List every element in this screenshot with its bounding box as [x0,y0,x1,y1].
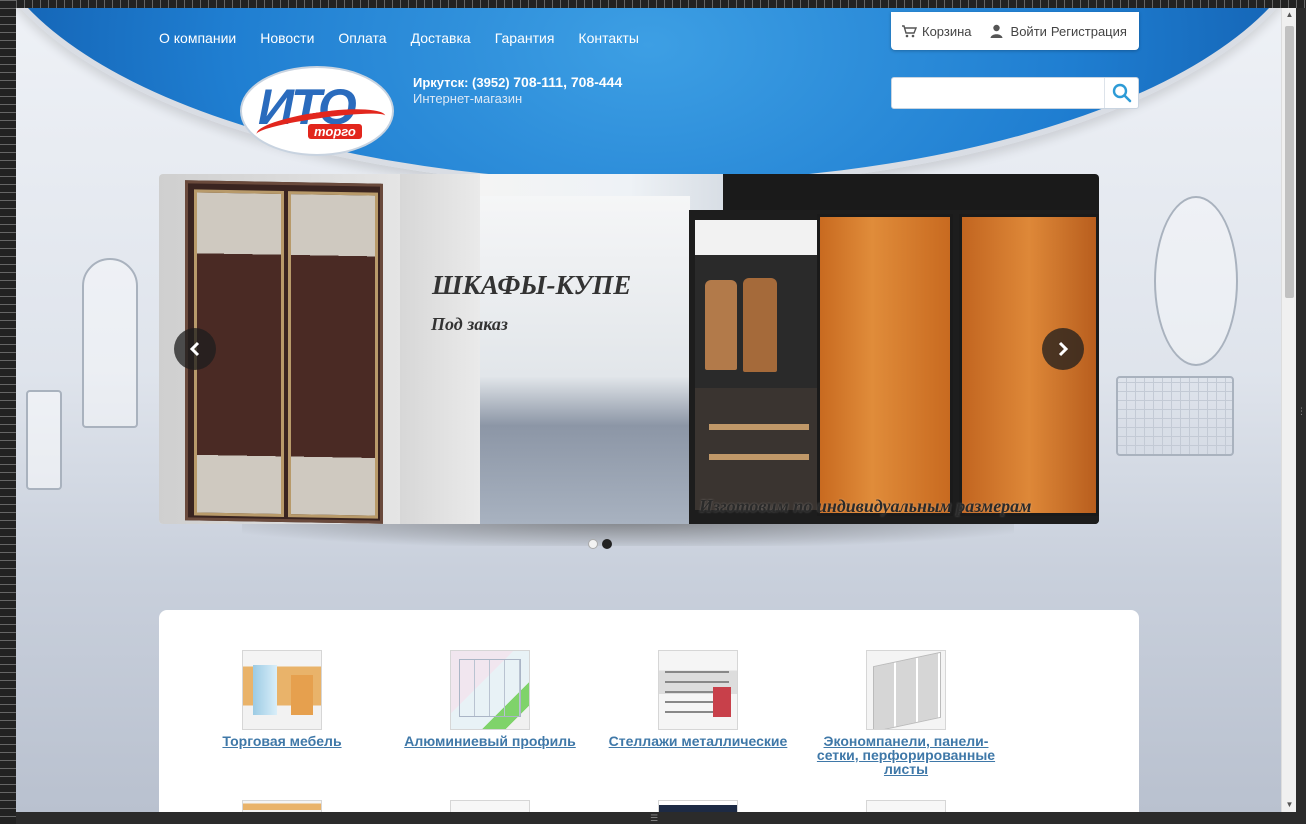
user-bar: Корзина Войти Регистрация [891,12,1139,50]
catalog-item-partial[interactable] [182,800,382,812]
window-edge: ⋮ [1296,8,1306,812]
catalog-item-image[interactable] [450,650,530,730]
catalog-item-image[interactable] [658,800,738,812]
closet-door-panel-2 [959,214,1099,516]
slider-dot-2[interactable] [602,539,612,549]
resize-grip-icon[interactable]: ☰ [650,814,658,823]
nav-item-warranty[interactable]: Гарантия [495,30,555,46]
catalog-item[interactable]: Алюминиевый профиль [390,650,590,748]
search-icon [1112,83,1131,103]
nav-item-payment[interactable]: Оплата [338,30,386,46]
shoe-rack [709,400,809,484]
bin-illustration [26,390,62,490]
left-ruler [0,0,16,824]
slide-wall [400,174,480,524]
cart-icon [902,25,917,38]
window-bottom-bar: ☰ [16,812,1306,824]
closet-door-panel-1 [817,214,953,516]
catalog-item-label[interactable]: Торговая мебель [182,734,382,748]
slide-title: ШКАФЫ-КУПЕ [432,270,632,300]
catalog-item-label[interactable]: Экономпанели, панели-сетки, перфорирован… [811,734,1001,776]
user-icon [990,24,1003,38]
nav-item-news[interactable]: Новости [260,30,314,46]
scroll-down-icon[interactable]: ▼ [1282,798,1297,812]
phone-numbers: 708-111, 708-444 [513,74,623,90]
page-viewport: О компании Новости Оплата Доставка Гаран… [16,8,1281,812]
closet-photo [689,210,1099,524]
search-input[interactable] [894,80,1102,106]
catalog-item-image[interactable] [866,650,946,730]
register-link[interactable]: Регистрация [1051,24,1127,39]
catalog-item-image[interactable] [242,800,322,812]
contact-block: Иркутск: (3952) 708-111, 708-444 Интерне… [413,74,622,106]
vertical-scrollbar[interactable]: ▲ ▼ [1281,8,1296,812]
search-box [891,77,1139,109]
catalog-item-partial[interactable] [806,800,1006,812]
banner-slider: ШКАФЫ-КУПЕ Под заказ Изготовим по индиви… [159,174,1099,524]
logo-sub-text: торго [308,124,362,139]
nav-item-about[interactable]: О компании [159,30,236,46]
chevron-right-icon [1058,341,1069,357]
floor-mirror-illustration [82,258,138,428]
nav-item-contacts[interactable]: Контакты [578,30,638,46]
scroll-up-icon[interactable]: ▲ [1282,8,1297,22]
slider-dots [588,539,612,549]
slide-subtitle: Под заказ [431,314,508,334]
slider-next-button[interactable] [1042,328,1084,370]
slide-caption: Изготовим по индивидуальным размерам [699,496,1032,516]
catalog-item-image[interactable] [450,800,530,812]
contact-subtitle: Интернет-магазин [413,91,523,106]
shopping-cart-illustration [1116,376,1234,456]
resize-grip-icon[interactable]: ⋮ [1297,406,1306,417]
nav-item-delivery[interactable]: Доставка [411,30,471,46]
catalog-item-image[interactable] [242,650,322,730]
cart-link[interactable]: Корзина [901,24,972,39]
slider-dot-1[interactable] [588,539,598,549]
catalog-panel: Торговая мебель Алюминиевый профиль Стел… [159,610,1139,812]
phone-prefix: Иркутск: (3952) [413,75,514,90]
search-button[interactable] [1104,78,1138,108]
chevron-left-icon [189,341,200,357]
catalog-item[interactable]: Торговая мебель [182,650,382,748]
catalog-item[interactable]: Экономпанели, панели-сетки, перфорирован… [806,650,1006,776]
catalog-item-label[interactable]: Алюминиевый профиль [390,734,590,748]
oval-mirror-illustration [1154,196,1238,366]
coat-image-2 [743,278,777,372]
catalog-item-partial[interactable] [598,800,798,812]
catalog-item-image[interactable] [658,650,738,730]
catalog-item-image[interactable] [866,800,946,812]
catalog-item[interactable]: Стеллажи металлические [598,650,798,748]
wardrobe-door-right [288,191,378,519]
main-nav: О компании Новости Оплата Доставка Гаран… [159,30,663,46]
cart-label: Корзина [922,23,972,39]
scrollbar-thumb[interactable] [1285,26,1294,298]
coat-image [705,280,737,370]
catalog-item-label[interactable]: Стеллажи металлические [598,734,798,748]
login-label: Войти [1010,23,1047,39]
top-ruler [16,0,1306,8]
slider-prev-button[interactable] [174,328,216,370]
slide-room-photo [480,196,690,524]
phone-line: Иркутск: (3952) 708-111, 708-444 [413,74,622,90]
site-logo[interactable]: ИТО торго [240,66,394,156]
login-link[interactable]: Войти [972,24,1047,39]
catalog-item-partial[interactable] [390,800,590,812]
